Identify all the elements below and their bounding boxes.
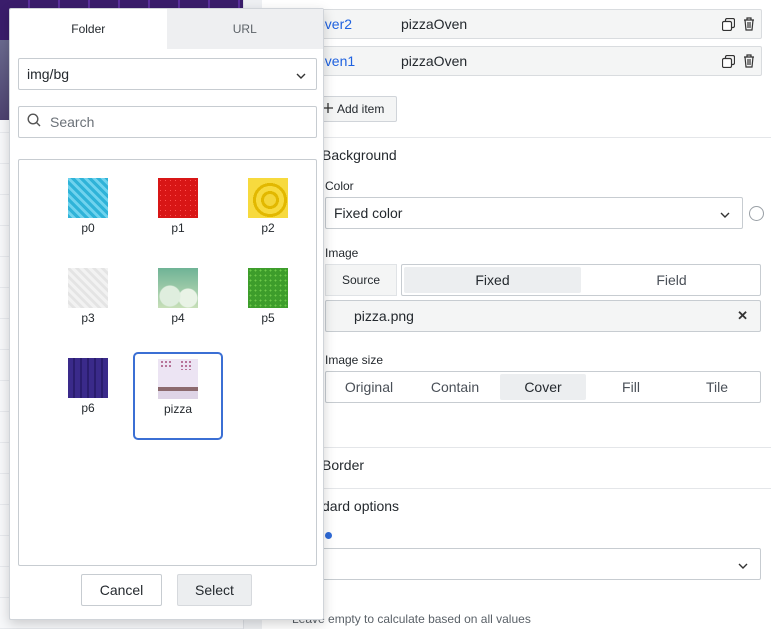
item-row-oven1[interactable]: oven1 pizzaOven (312, 46, 762, 76)
copy-icon[interactable] (719, 53, 737, 69)
add-item-button[interactable]: Add item (316, 96, 397, 122)
source-option-field[interactable]: Field (583, 265, 760, 295)
trash-icon[interactable] (740, 16, 758, 32)
color-swatch[interactable] (749, 206, 764, 221)
item-type: pizzaOven (401, 53, 468, 69)
add-item-label: Add item (337, 102, 385, 116)
image-thumbnail (68, 268, 108, 308)
image-tile-p6[interactable]: p6 (43, 349, 133, 437)
section-title-standard-options[interactable]: dard options (322, 498, 399, 514)
image-thumbnail (68, 178, 108, 218)
image-thumbnail (248, 178, 288, 218)
trash-icon[interactable] (740, 53, 758, 69)
item-name[interactable]: over2 (313, 16, 401, 32)
select-button[interactable]: Select (177, 574, 252, 606)
image-grid: p0 p1 p2 p3 p4 p5 p6 pizza (18, 159, 317, 566)
folder-value: img/bg (27, 66, 70, 82)
image-file-value: pizza.png (354, 308, 414, 324)
image-size-label: Image size (325, 353, 384, 367)
image-name: pizza (163, 402, 192, 416)
folder-select[interactable]: img/bg (18, 58, 317, 90)
image-file-field[interactable]: pizza.png ✕ (325, 300, 761, 332)
divider (292, 447, 771, 448)
search-icon (27, 112, 41, 132)
image-name: p0 (81, 221, 95, 235)
item-row-over2[interactable]: over2 pizzaOven (312, 9, 762, 39)
source-option-fixed[interactable]: Fixed (404, 267, 581, 293)
image-tile-pizza[interactable]: pizza (133, 352, 223, 440)
image-tile-p5[interactable]: p5 (223, 259, 313, 347)
copy-icon[interactable] (719, 16, 737, 32)
hint-text: Leave empty to calculate based on all va… (292, 612, 531, 626)
search-input[interactable] (48, 113, 298, 131)
picker-tabs: Folder URL (10, 9, 323, 49)
divider (292, 488, 771, 489)
section-title-background[interactable]: Background (322, 147, 397, 163)
search-field[interactable] (18, 106, 317, 138)
tab-folder[interactable]: Folder (10, 9, 167, 49)
image-name: p5 (261, 311, 275, 325)
color-mode-select[interactable]: Fixed color (325, 197, 743, 229)
image-name: p3 (81, 311, 95, 325)
options-panel: over2 pizzaOven oven1 pizzaOven Add item… (262, 0, 771, 629)
chevron-down-icon (738, 556, 748, 572)
image-name: p2 (261, 221, 275, 235)
unit-select[interactable]: rt (292, 548, 761, 580)
cancel-button[interactable]: Cancel (81, 574, 162, 606)
image-tile-p0[interactable]: p0 (43, 169, 133, 257)
source-label: Source (325, 264, 397, 296)
divider (292, 137, 771, 138)
section-title-border[interactable]: Border (322, 457, 364, 473)
plus-icon (323, 102, 333, 116)
clear-icon[interactable]: ✕ (737, 308, 748, 324)
image-thumbnail (158, 359, 198, 399)
image-thumbnail (68, 358, 108, 398)
source-toggle: Fixed Field (401, 264, 761, 296)
image-tile-p3[interactable]: p3 (43, 259, 133, 347)
size-option-tile[interactable]: Tile (674, 372, 760, 402)
image-tile-p1[interactable]: p1 (133, 169, 223, 257)
size-option-original[interactable]: Original (326, 372, 412, 402)
size-option-cover[interactable]: Cover (500, 374, 586, 400)
image-name: p4 (171, 311, 185, 325)
image-name: p1 (171, 221, 185, 235)
image-thumbnail (158, 178, 198, 218)
size-option-contain[interactable]: Contain (412, 372, 498, 402)
color-label: Color (325, 179, 354, 193)
image-thumbnail (248, 268, 288, 308)
tab-url[interactable]: URL (166, 9, 323, 49)
image-size-toggle: Original Contain Cover Fill Tile (325, 371, 761, 403)
image-picker-modal: Folder URL img/bg p0 p1 p2 p3 (9, 8, 324, 620)
item-type: pizzaOven (401, 16, 468, 32)
status-dot (325, 532, 332, 539)
image-tile-p4[interactable]: p4 (133, 259, 223, 347)
image-name: p6 (81, 401, 95, 415)
chevron-down-icon (296, 66, 306, 82)
chevron-down-icon (720, 205, 730, 221)
color-mode-value: Fixed color (334, 205, 403, 221)
item-name[interactable]: oven1 (313, 53, 401, 69)
image-tile-p2[interactable]: p2 (223, 169, 313, 257)
size-option-fill[interactable]: Fill (588, 372, 674, 402)
image-thumbnail (158, 268, 198, 308)
image-label: Image (325, 246, 359, 260)
